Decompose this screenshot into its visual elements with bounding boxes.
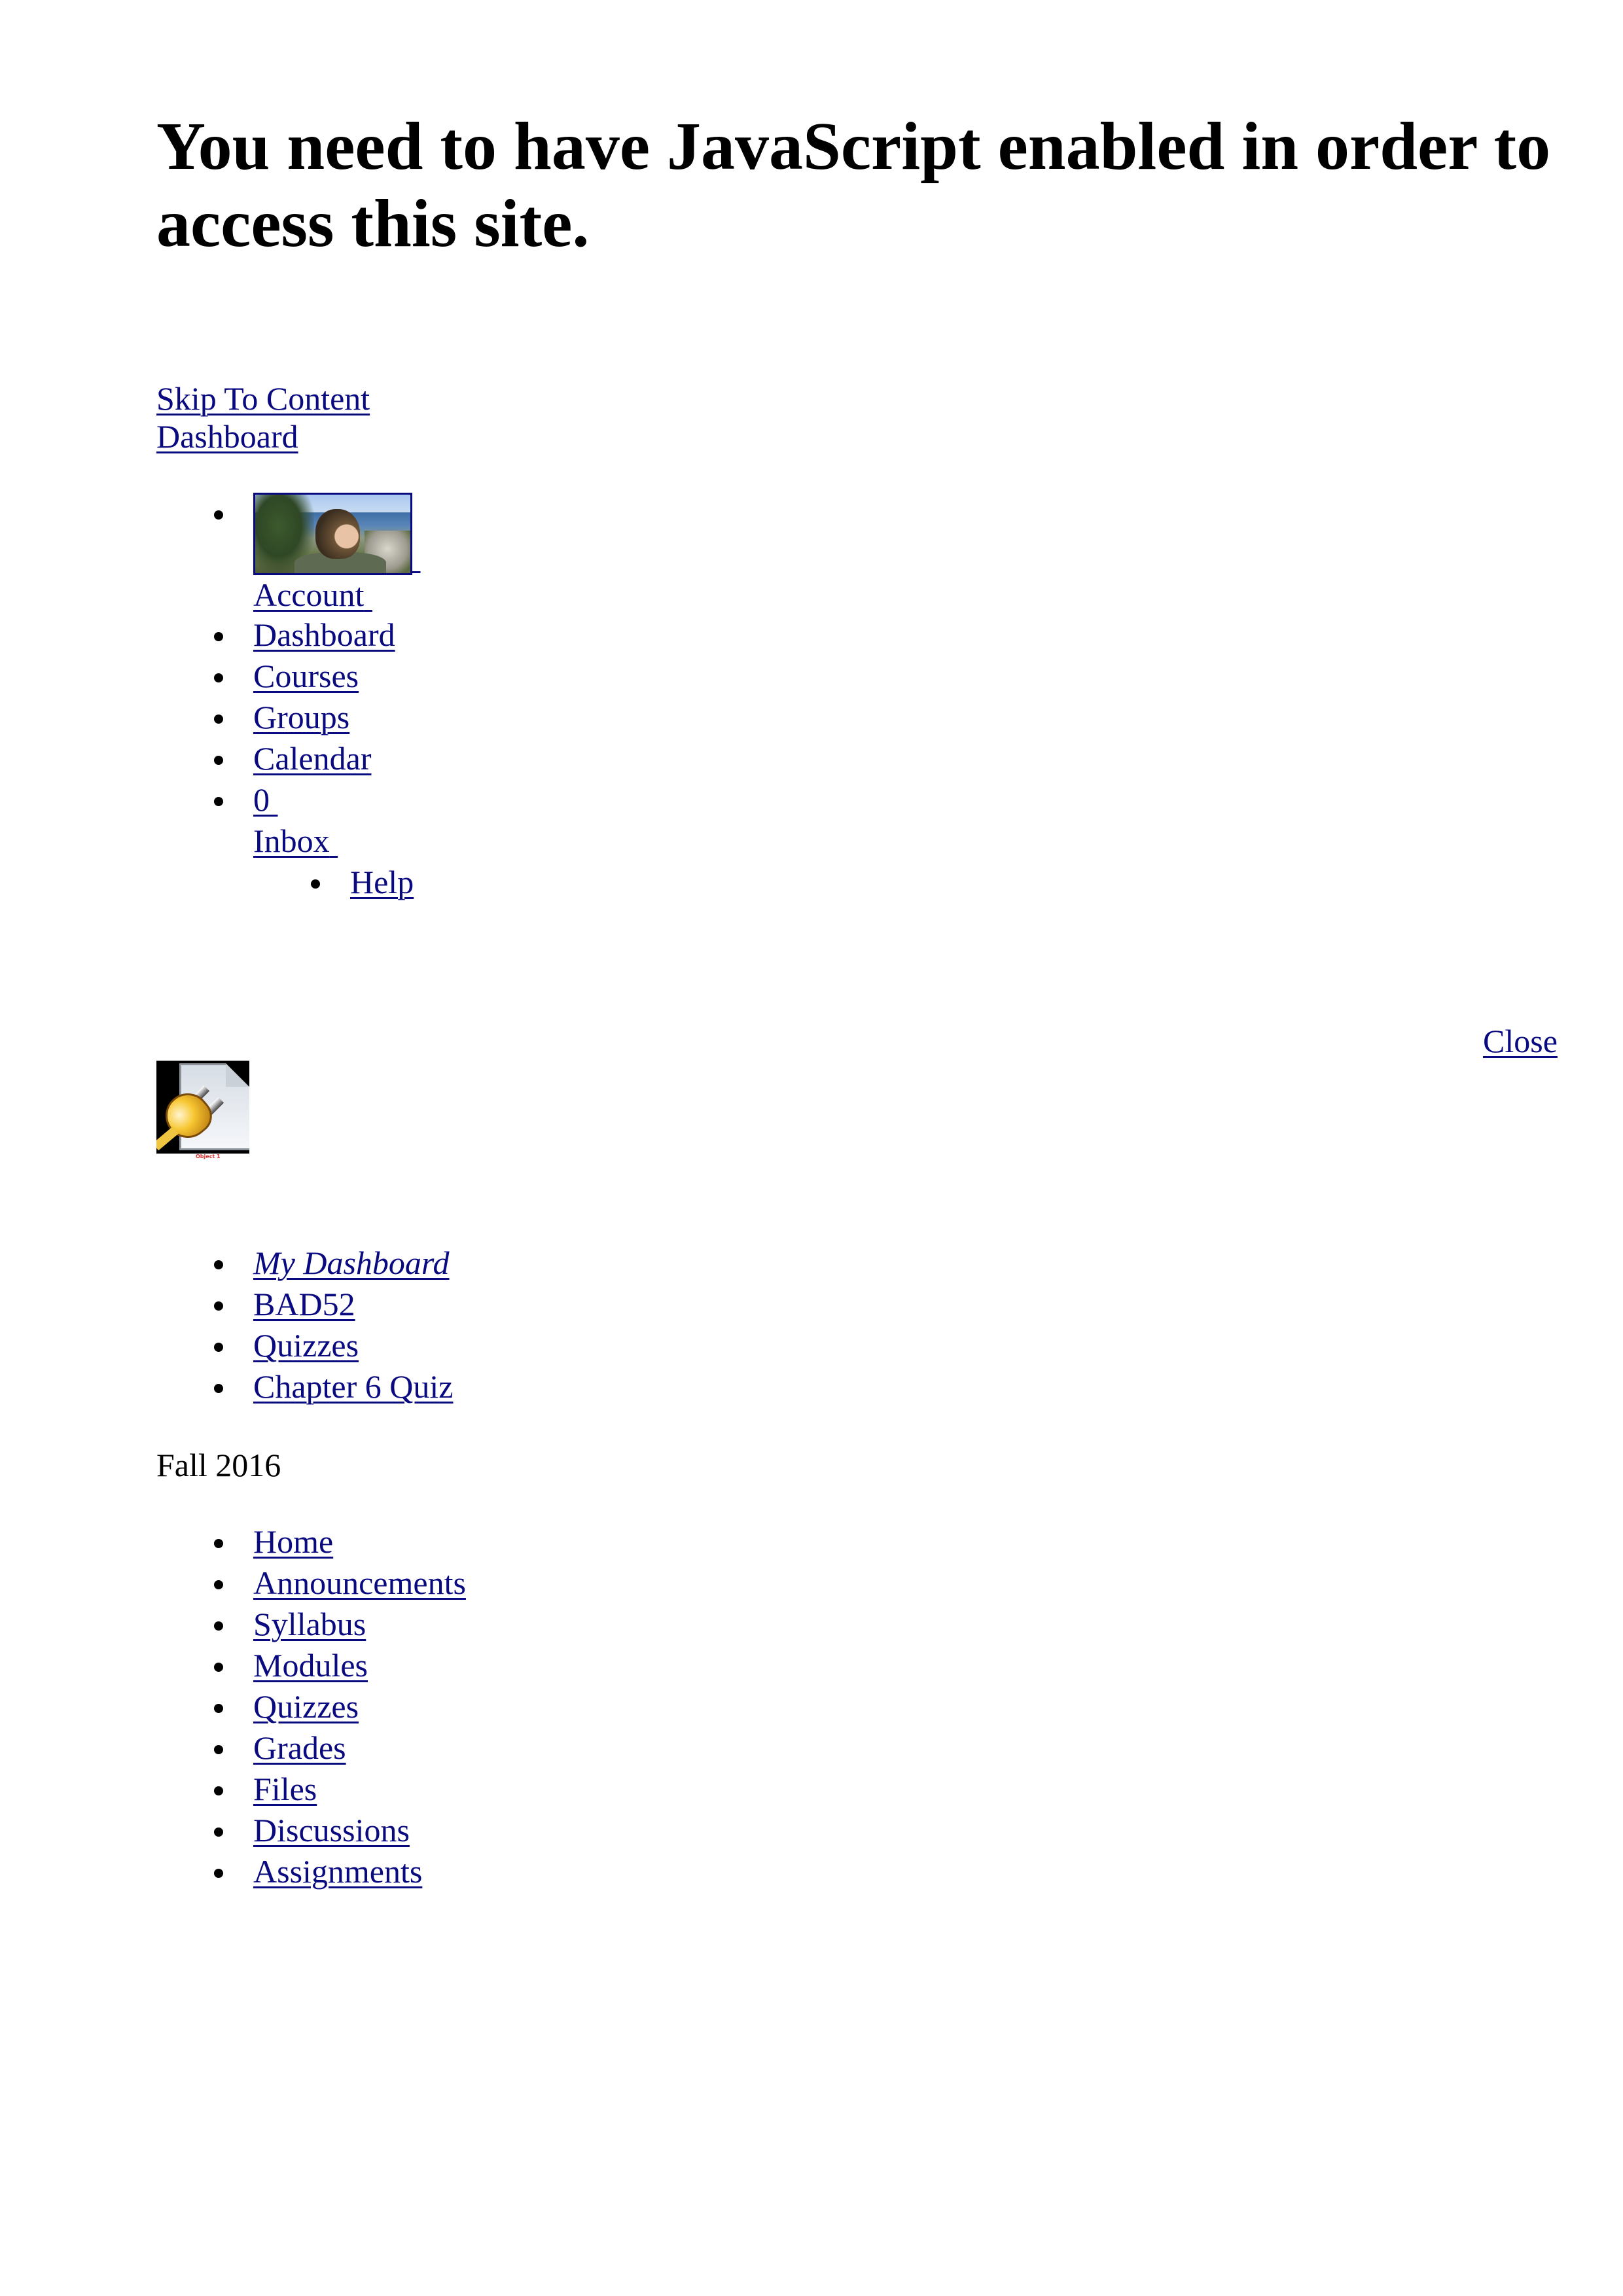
breadcrumb-item[interactable]: BAD52	[156, 1284, 942, 1325]
course-nav: Home Announcements Syllabus Modules Quiz…	[156, 1521, 942, 1892]
course-nav-item[interactable]: Discussions	[156, 1810, 942, 1851]
breadcrumb-my-dashboard[interactable]: My Dashboard	[253, 1245, 450, 1281]
object-label: Object 1	[196, 1154, 221, 1159]
breadcrumb-course[interactable]: BAD52	[253, 1286, 355, 1322]
course-nav-item[interactable]: Assignments	[156, 1851, 942, 1892]
avatar[interactable]	[253, 493, 412, 575]
course-nav-discussions[interactable]: Discussions	[253, 1812, 410, 1848]
course-nav-item[interactable]: Modules	[156, 1645, 942, 1686]
global-nav: Account Dashboard Courses Groups Calenda…	[156, 493, 942, 903]
header-dashboard-link[interactable]: Dashboard	[156, 417, 298, 455]
course-nav-modules[interactable]: Modules	[253, 1647, 368, 1684]
inbox-label: Inbox	[253, 822, 330, 859]
global-nav-account: Account	[156, 493, 942, 614]
calendar-link[interactable]: Calendar	[253, 740, 371, 777]
course-nav-item[interactable]: Grades	[156, 1727, 942, 1769]
course-nav-item[interactable]: Files	[156, 1769, 942, 1810]
course-nav-announcements[interactable]: Announcements	[253, 1564, 466, 1601]
course-nav-files[interactable]: Files	[253, 1771, 317, 1807]
account-link[interactable]: Account	[253, 493, 421, 614]
dashboard-link[interactable]: Dashboard	[253, 616, 395, 653]
course-nav-item[interactable]: Syllabus	[156, 1604, 942, 1645]
help-link[interactable]: Help	[350, 864, 414, 900]
course-nav-item[interactable]: Announcements	[156, 1563, 942, 1604]
noscript-heading: You need to have JavaScript enabled in o…	[156, 109, 1551, 261]
breadcrumb-quizzes[interactable]: Quizzes	[253, 1327, 359, 1364]
global-nav-inbox[interactable]: 0 Inbox Help	[156, 779, 942, 903]
breadcrumb-item[interactable]: Quizzes	[156, 1325, 942, 1366]
course-nav-home[interactable]: Home	[253, 1523, 333, 1560]
breadcrumbs: My Dashboard BAD52 Quizzes Chapter 6 Qui…	[156, 1243, 942, 1407]
course-nav-grades[interactable]: Grades	[253, 1729, 346, 1766]
global-nav-groups[interactable]: Groups	[156, 697, 942, 738]
account-label: Account	[253, 576, 365, 613]
inbox-count-badge: 0	[253, 781, 270, 818]
global-nav-courses[interactable]: Courses	[156, 656, 942, 697]
breadcrumb-item[interactable]: My Dashboard	[156, 1243, 942, 1284]
course-nav-assignments[interactable]: Assignments	[253, 1853, 422, 1890]
breadcrumb-item[interactable]: Chapter 6 Quiz	[156, 1366, 942, 1407]
global-nav-calendar[interactable]: Calendar	[156, 738, 942, 779]
course-nav-syllabus[interactable]: Syllabus	[253, 1606, 366, 1642]
inbox-link[interactable]: 0 Inbox	[253, 781, 338, 859]
courses-link[interactable]: Courses	[253, 658, 359, 694]
course-nav-item[interactable]: Quizzes	[156, 1686, 942, 1727]
course-nav-quizzes[interactable]: Quizzes	[253, 1688, 359, 1725]
missing-plugin-icon	[156, 1061, 249, 1154]
groups-link[interactable]: Groups	[253, 699, 349, 735]
skip-to-content-link[interactable]: Skip To Content	[156, 380, 370, 417]
global-nav-dashboard[interactable]: Dashboard	[156, 614, 942, 656]
course-nav-item[interactable]: Home	[156, 1521, 942, 1563]
close-link[interactable]: Close	[1483, 1022, 1558, 1060]
term-label: Fall 2016	[156, 1447, 281, 1483]
breadcrumb-quiz[interactable]: Chapter 6 Quiz	[253, 1368, 453, 1405]
global-nav-help[interactable]: Help	[253, 862, 942, 903]
